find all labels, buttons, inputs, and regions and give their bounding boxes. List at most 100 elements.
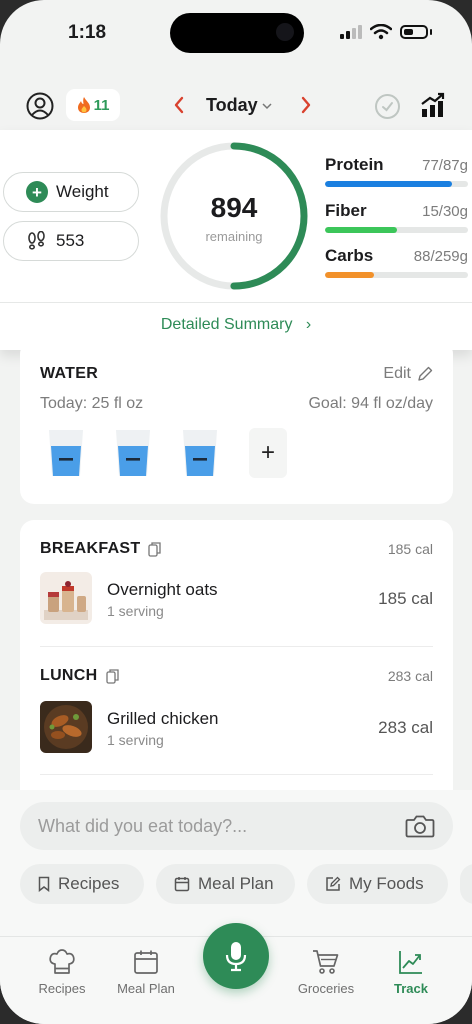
water-cup-icon[interactable] [181, 428, 219, 478]
flame-icon [77, 97, 90, 113]
water-card: WATER Edit Today: 25 fl oz Goal: 94 fl o… [20, 340, 453, 504]
macro-track [325, 181, 468, 187]
checkmark-icon [382, 102, 393, 112]
phone-screen: 1:18 11 Today + Weight 553 894 remaining… [0, 0, 472, 1024]
macro-fiber[interactable]: Fiber 15/30g [325, 201, 468, 233]
edit-label: Edit [383, 365, 411, 382]
remaining-calories: 894 [210, 192, 258, 223]
water-edit-button[interactable]: Edit [383, 365, 433, 383]
copy-icon[interactable] [105, 668, 119, 684]
trend-chart-icon [399, 951, 422, 974]
food-calories: 283 cal [378, 718, 433, 737]
microphone-icon [225, 942, 247, 972]
chevron-down-icon [262, 102, 272, 109]
plus-icon: + [26, 181, 48, 203]
steps-value: 553 [56, 231, 85, 250]
water-title: WATER [40, 365, 99, 382]
tab-meal-plan[interactable]: Meal Plan [106, 947, 186, 996]
macro-name: Carbs [325, 246, 374, 265]
meals-card: BREAKFAST 185 cal Overnight oats 1 servi… [20, 520, 453, 810]
chip-more[interactable] [460, 864, 472, 904]
macro-amount: 77/87g [422, 157, 468, 174]
progress-chart-icon[interactable] [420, 92, 446, 118]
camera-lens [276, 23, 294, 41]
chip-label: My Foods [349, 874, 424, 893]
macro-progress-bar [325, 227, 397, 233]
weight-label: Weight [56, 182, 109, 201]
tab-recipes[interactable]: Recipes [22, 947, 102, 996]
meal-divider [40, 646, 433, 647]
chevron-left-icon[interactable] [172, 95, 186, 115]
calendar-icon [174, 877, 190, 892]
daily-summary-card: + Weight 553 894 remaining Protein 77/87… [0, 130, 472, 350]
signal-icon [340, 25, 362, 39]
camera-icon[interactable] [405, 814, 435, 838]
bookmark-icon [38, 876, 50, 892]
meal-section-lunch[interactable]: LUNCH [40, 667, 119, 685]
remaining-label: remaining [205, 229, 263, 244]
tab-groceries[interactable]: Groceries [286, 947, 366, 996]
cart-icon [313, 950, 339, 974]
log-weight-button[interactable]: + Weight [3, 172, 139, 212]
bottom-panel: What did you eat today?... Recipes Meal … [0, 790, 472, 1024]
food-name[interactable]: Overnight oats [107, 580, 218, 600]
food-calories: 185 cal [378, 589, 433, 608]
water-today: Today: 25 fl oz [40, 395, 144, 412]
date-selector[interactable]: Today [206, 95, 272, 116]
meal-title: LUNCH [40, 667, 98, 684]
macro-track [325, 227, 468, 233]
battery-tip [430, 29, 432, 35]
macro-carbs[interactable]: Carbs 88/259g [325, 246, 468, 278]
meal-section-breakfast[interactable]: BREAKFAST [40, 540, 162, 558]
food-search-input[interactable]: What did you eat today?... [20, 802, 453, 850]
macro-track [325, 272, 468, 278]
streak-count: 11 [93, 96, 110, 114]
meal-calories: 185 cal [387, 541, 433, 557]
copy-icon[interactable] [148, 541, 162, 557]
wifi-icon [370, 24, 392, 40]
top-header: 11 Today [0, 80, 472, 132]
tab-track[interactable]: Track [371, 947, 451, 996]
macro-progress-bar [325, 181, 453, 187]
water-cup-icon[interactable] [114, 428, 152, 478]
status-time: 1:18 [68, 22, 107, 43]
food-serving: 1 serving [107, 603, 164, 619]
tab-label: Track [394, 981, 428, 996]
macro-amount: 15/30g [422, 203, 468, 220]
food-image-chicken [40, 701, 92, 753]
macro-amount: 88/259g [413, 248, 468, 265]
chip-meal-plan[interactable]: Meal Plan [156, 864, 295, 904]
macro-name: Fiber [325, 201, 367, 220]
food-serving: 1 serving [107, 732, 164, 748]
food-image-oats [40, 572, 92, 624]
chef-hat-icon [49, 949, 75, 974]
streak-badge[interactable]: 11 [66, 89, 120, 121]
complete-day-button[interactable] [375, 94, 400, 119]
chip-label: Meal Plan [198, 874, 274, 893]
chip-label: Recipes [58, 874, 120, 893]
meal-divider [40, 774, 433, 775]
food-search-placeholder: What did you eat today?... [38, 815, 248, 836]
battery-icon [400, 25, 428, 39]
detailed-summary-link[interactable]: Detailed Summary › [0, 316, 472, 334]
calendar-icon [134, 950, 158, 974]
macro-progress-bar [325, 272, 374, 278]
profile-icon[interactable] [26, 92, 54, 120]
steps-button[interactable]: 553 [3, 221, 139, 261]
water-cup-icon[interactable] [47, 428, 85, 478]
macro-name: Protein [325, 155, 384, 174]
chevron-right-icon[interactable] [299, 95, 313, 115]
macro-protein[interactable]: Protein 77/87g [325, 155, 468, 187]
chip-my-foods[interactable]: My Foods [307, 864, 448, 904]
detailed-summary-label: Detailed Summary [160, 316, 293, 333]
add-water-button[interactable]: + [249, 428, 287, 478]
chip-recipes[interactable]: Recipes [20, 864, 144, 904]
tab-label: Meal Plan [117, 981, 175, 996]
voice-log-button[interactable] [203, 923, 269, 989]
status-bar: 1:18 [0, 0, 472, 70]
chevron-right-icon: › [296, 316, 312, 333]
tab-label: Recipes [38, 981, 86, 996]
food-name[interactable]: Grilled chicken [107, 709, 219, 729]
meal-title: BREAKFAST [40, 540, 141, 557]
water-goal: Goal: 94 fl oz/day [308, 395, 433, 412]
